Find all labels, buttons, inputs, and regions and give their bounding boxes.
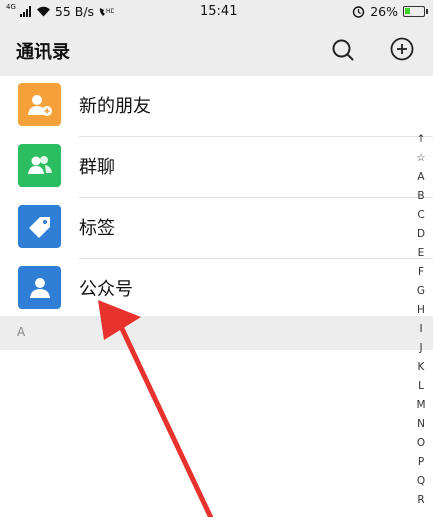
section-header: A <box>0 316 433 350</box>
index-letter[interactable]: ↑ <box>417 130 426 149</box>
index-letter[interactable]: M <box>416 396 425 415</box>
index-letter[interactable]: A <box>417 168 424 187</box>
index-letter[interactable]: N <box>417 415 425 434</box>
list-item-official-accounts[interactable]: 公众号 <box>0 259 433 320</box>
index-letter[interactable]: G <box>417 282 425 301</box>
list-item-group-chats[interactable]: 群聊 <box>0 137 433 198</box>
index-letter[interactable]: K <box>418 358 425 377</box>
index-letter[interactable]: E <box>418 244 425 263</box>
battery-icon <box>403 6 428 17</box>
index-letter[interactable]: B <box>417 187 424 206</box>
signal-icon <box>19 6 31 17</box>
plus-circle-icon <box>390 37 414 61</box>
alphabet-index-bar[interactable]: ↑ ☆ A B C D E F G H I J K L M N O P Q R <box>410 130 432 510</box>
svg-text:HD: HD <box>106 8 114 15</box>
index-letter[interactable]: O <box>417 434 425 453</box>
battery-fill <box>405 8 410 14</box>
list-item-new-friends[interactable]: 新的朋友 <box>0 76 433 137</box>
index-letter[interactable]: F <box>418 263 424 282</box>
index-letter[interactable]: J <box>419 339 422 358</box>
index-letter[interactable]: I <box>419 320 422 339</box>
section-label: A <box>17 325 26 339</box>
page-title: 通讯录 <box>16 42 70 63</box>
group-chat-icon <box>18 144 61 187</box>
contacts-screen: 4G 55 B/s HD 15:41 26% 通讯录 新的朋友 群聊 标签 公众… <box>0 0 433 517</box>
search-icon <box>332 39 354 61</box>
status-bar: 4G 55 B/s HD 15:41 26% <box>0 0 433 24</box>
index-letter[interactable]: D <box>417 225 425 244</box>
alarm-icon <box>353 6 365 18</box>
list-item-tags[interactable]: 标签 <box>0 198 433 259</box>
battery-percent: 26% <box>370 4 398 19</box>
status-left: 4G 55 B/s HD <box>6 3 114 20</box>
tag-icon <box>18 205 61 248</box>
list-item-label: 群聊 <box>79 157 115 178</box>
network-type: 4G <box>6 3 16 11</box>
network-speed: 55 B/s <box>54 4 95 19</box>
list-item-label: 标签 <box>79 218 115 239</box>
search-button[interactable] <box>330 37 356 63</box>
status-time: 15:41 <box>200 4 238 19</box>
status-right: 26% <box>352 4 428 19</box>
list-item-label: 公众号 <box>79 279 133 300</box>
index-letter[interactable]: H <box>417 301 425 320</box>
index-letter[interactable]: P <box>418 453 424 472</box>
contacts-menu-list: 新的朋友 群聊 标签 公众号 <box>0 76 433 320</box>
hd-call-icon: HD <box>99 7 114 16</box>
list-item-label: 新的朋友 <box>79 96 151 117</box>
add-button[interactable] <box>389 36 415 62</box>
index-letter[interactable]: Q <box>417 472 425 491</box>
add-friend-icon <box>18 83 61 126</box>
index-letter[interactable]: L <box>418 377 424 396</box>
official-account-icon <box>18 266 61 309</box>
index-letter[interactable]: R <box>417 491 424 510</box>
index-letter[interactable]: C <box>417 206 424 225</box>
app-header: 通讯录 <box>0 24 433 76</box>
index-letter[interactable]: ☆ <box>416 149 425 168</box>
wifi-icon <box>36 6 50 17</box>
